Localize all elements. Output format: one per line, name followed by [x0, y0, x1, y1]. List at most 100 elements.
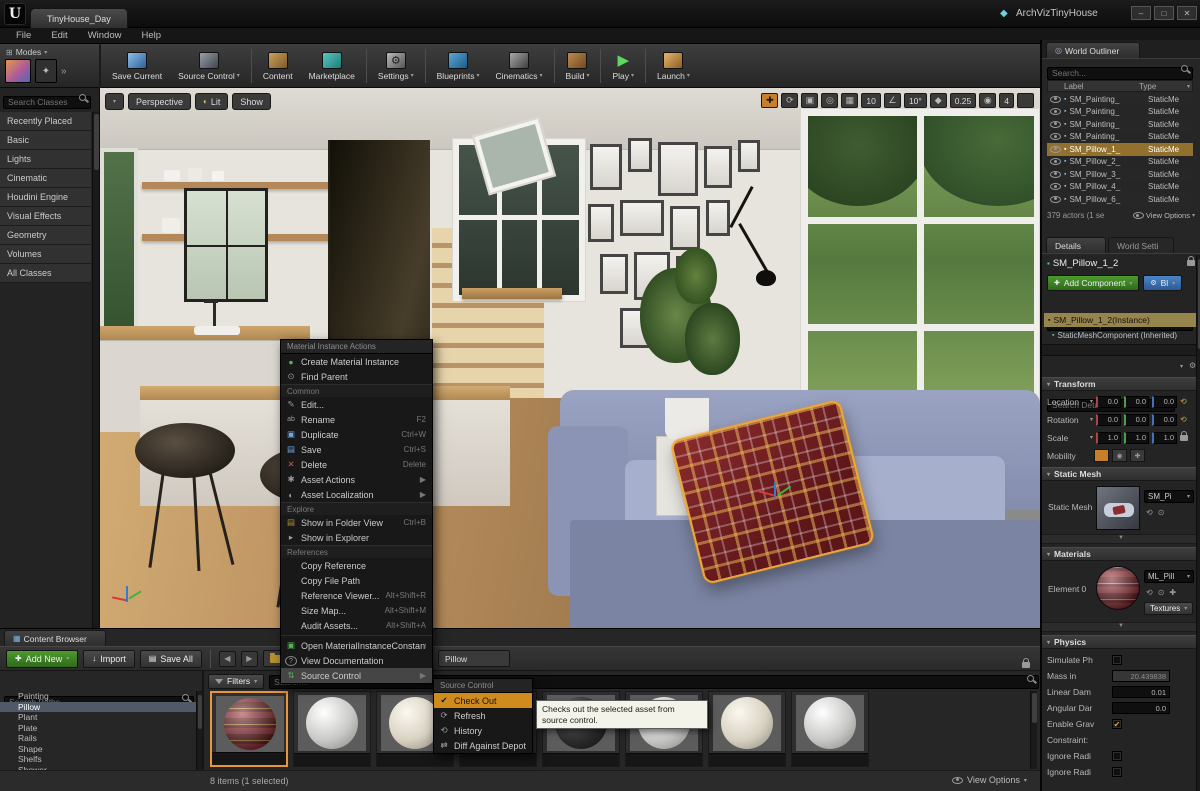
folder-plant[interactable]: Plant	[0, 712, 196, 723]
scale-z-field[interactable]: 1.0	[1152, 432, 1177, 444]
menu-item-copy-reference[interactable]: Copy Reference	[281, 558, 432, 573]
outliner-row[interactable]: ▪SM_Painting_StaticMe	[1047, 93, 1193, 106]
location-x-field[interactable]: 0.0	[1096, 396, 1121, 408]
rotation-x-field[interactable]: 0.0	[1096, 414, 1121, 426]
menu-item-asset-actions[interactable]: ✱Asset Actions▶	[281, 472, 432, 487]
browse-icon[interactable]: ⊙	[1158, 588, 1165, 597]
paint-mode-icon[interactable]: ✦	[35, 59, 57, 83]
material-dropdown[interactable]: ML_Pill▾	[1144, 570, 1194, 583]
play-button[interactable]: ▶Play▾	[604, 44, 642, 88]
visibility-eye-icon[interactable]	[1050, 146, 1061, 153]
asset-tile-white[interactable]	[791, 691, 869, 767]
mobility-movable-segment[interactable]: ✚	[1130, 449, 1145, 462]
move-tool-icon[interactable]: ✚	[761, 93, 778, 108]
browse-icon[interactable]: ⊙	[1158, 508, 1165, 517]
reset-icon[interactable]: ⟲	[1180, 415, 1187, 424]
back-button[interactable]: ◀	[219, 651, 236, 667]
modes-category-houdini[interactable]: Houdini Engine	[0, 188, 91, 207]
menu-item-save[interactable]: ▤SaveCtrl+S	[281, 442, 432, 457]
source-control-button[interactable]: Source Control▾	[170, 44, 248, 88]
asset-tile-cream[interactable]	[708, 691, 786, 767]
details-filter-icon[interactable]: ▾	[1180, 363, 1183, 370]
level-tab[interactable]: TinyHouse_Day	[30, 8, 128, 28]
static-mesh-expander[interactable]: ▼	[1042, 534, 1200, 544]
enable-gravity-checkbox[interactable]: ✔	[1112, 719, 1122, 729]
save-all-button[interactable]: ▤Save All	[140, 650, 202, 668]
menu-item-rename[interactable]: abRenameF2	[281, 412, 432, 427]
visibility-eye-icon[interactable]	[1050, 133, 1061, 140]
outliner-row-selected[interactable]: ▪SM_Pillow_1_StaticMe	[1047, 143, 1193, 156]
menu-edit[interactable]: Edit	[41, 28, 77, 44]
world-coordinate-icon[interactable]: ◎	[821, 93, 838, 108]
menu-item-open-materialinstanceconstant[interactable]: ▣Open MaterialInstanceConstant h	[281, 638, 432, 653]
grid-snap-icon[interactable]: ▦	[841, 93, 858, 108]
menu-item-size-map[interactable]: Size Map...Alt+Shift+M	[281, 603, 432, 618]
outliner-row[interactable]: ▪SM_Painting_StaticMe	[1047, 131, 1193, 144]
blueprint-button[interactable]: ⚙Bl▾	[1143, 275, 1182, 291]
world-outliner-tab[interactable]: ◎ World Outliner	[1046, 42, 1140, 58]
menu-help[interactable]: Help	[131, 28, 171, 44]
show-flags-button[interactable]: Show	[232, 93, 271, 110]
modes-category-volumes[interactable]: Volumes	[0, 245, 91, 264]
folder-rails[interactable]: Rails	[0, 733, 196, 744]
rotation-snap-icon[interactable]: ∠	[884, 93, 901, 108]
folder-shelfs[interactable]: Shelfs	[0, 754, 196, 765]
folder-plate[interactable]: Plate	[0, 723, 196, 734]
location-z-field[interactable]: 0.0	[1152, 396, 1177, 408]
modes-overflow-chevrons[interactable]: »	[61, 66, 67, 77]
asset-grid-scrollbar[interactable]	[1030, 691, 1037, 769]
submenu-item-diff-against-depot[interactable]: ⇄Diff Against Depot	[434, 738, 532, 753]
close-button[interactable]: ✕	[1177, 6, 1197, 20]
use-selected-icon[interactable]: ⟲	[1146, 588, 1153, 597]
simulate-physics-checkbox[interactable]	[1112, 655, 1122, 665]
component-instance-row[interactable]: ▪ SM_Pillow_1_2(Instance)	[1044, 313, 1198, 327]
static-mesh-thumbnail[interactable]	[1096, 486, 1140, 530]
menu-item-show-in-explorer[interactable]: ▸Show in Explorer	[281, 530, 432, 545]
menu-file[interactable]: File	[6, 28, 41, 44]
viewport[interactable]: ▾ Perspective ◐Lit Show ✚ ⟳ ▣ ◎ ▦ 10 ∠ 1…	[100, 88, 1040, 628]
modes-category-all-classes[interactable]: All Classes	[0, 264, 91, 283]
modes-dropdown[interactable]: Modes	[16, 47, 42, 57]
visibility-eye-icon[interactable]	[1050, 108, 1061, 115]
mobility-stationary-segment[interactable]: ◉	[1112, 449, 1127, 462]
rotation-snap-value[interactable]: 10°	[904, 93, 927, 108]
cinematics-button[interactable]: Cinematics▾	[487, 44, 550, 88]
lit-mode-button[interactable]: ◐Lit	[195, 93, 228, 110]
reset-icon[interactable]: ⟲	[1180, 397, 1187, 406]
transform-section-header[interactable]: ▾Transform	[1042, 377, 1200, 391]
content-button[interactable]: Content	[255, 44, 301, 88]
launch-button[interactable]: Launch▾	[649, 44, 698, 88]
visibility-eye-icon[interactable]	[1050, 196, 1061, 203]
rotation-y-field[interactable]: 0.0	[1124, 414, 1149, 426]
perspective-button[interactable]: Perspective	[128, 93, 191, 110]
search-classes-input[interactable]	[3, 96, 91, 109]
outliner-row[interactable]: ▪SM_Painting_StaticMe	[1047, 106, 1193, 119]
modes-category-basic[interactable]: Basic	[0, 131, 91, 150]
menu-item-duplicate[interactable]: ▣DuplicateCtrl+W	[281, 427, 432, 442]
visibility-eye-icon[interactable]	[1050, 183, 1061, 190]
asset-tile-plaid[interactable]	[210, 691, 288, 767]
viewport-options-button[interactable]: ▾	[105, 93, 124, 110]
menu-item-copy-file-path[interactable]: Copy File Path	[281, 573, 432, 588]
outliner-column-headers[interactable]: Label Type ▾	[1047, 80, 1193, 92]
transform-gizmo[interactable]	[750, 470, 810, 520]
modes-category-lights[interactable]: Lights	[0, 150, 91, 169]
material-thumbnail[interactable]	[1096, 566, 1140, 610]
camera-speed-icon[interactable]: ◉	[979, 93, 996, 108]
content-browser-tab[interactable]: ▦ Content Browser	[4, 630, 106, 646]
folder-shape[interactable]: Shape	[0, 744, 196, 755]
rotation-z-field[interactable]: 0.0	[1152, 414, 1177, 426]
submenu-item-refresh[interactable]: ⟳Refresh	[434, 708, 532, 723]
plus-icon[interactable]: ✚	[1169, 588, 1176, 597]
cb-view-options[interactable]: View Options ▾	[952, 775, 1027, 785]
menu-item-reference-viewer[interactable]: Reference Viewer...Alt+Shift+R	[281, 588, 432, 603]
folder-painting[interactable]: Painting	[0, 691, 196, 702]
angular-damping-field[interactable]: 0.0	[1112, 702, 1170, 714]
component-row[interactable]: ▪ StaticMeshComponent (Inherited)	[1052, 329, 1198, 341]
modes-scrollbar[interactable]	[92, 112, 99, 628]
outliner-row[interactable]: ▪SM_Pillow_3_StaticMe	[1047, 168, 1193, 181]
location-y-field[interactable]: 0.0	[1124, 396, 1149, 408]
place-mode-icon[interactable]	[5, 59, 31, 83]
settings-button[interactable]: ⚙Settings▾	[370, 44, 422, 88]
grid-snap-value[interactable]: 10	[861, 93, 880, 108]
